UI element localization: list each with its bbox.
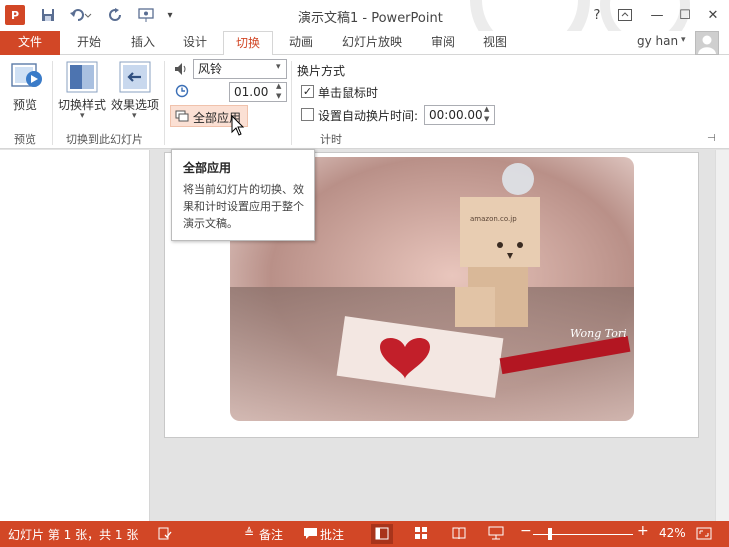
preview-icon[interactable]: [10, 61, 44, 93]
chevron-down-icon[interactable]: ▾: [132, 111, 137, 121]
ribbon: 预览 预览 切换样式 ▾ 效果选项 ▾ 切换到此幻灯片 风铃 ▾ 01.00 ▲…: [0, 55, 729, 149]
status-bar: 幻灯片 第 1 张，共 1 张 ≜ 备注 批注 − + 42%: [0, 521, 729, 547]
zoom-slider-thumb[interactable]: [548, 528, 552, 540]
slide-thumbnail-pane[interactable]: [0, 150, 150, 521]
notes-button[interactable]: 备注: [259, 526, 283, 543]
pin-ribbon-icon[interactable]: ⊣: [707, 133, 716, 144]
notes-icon[interactable]: ≜: [244, 526, 254, 540]
slide-counter: 幻灯片 第 1 张，共 1 张: [8, 528, 139, 542]
slideshow-view-icon[interactable]: [488, 526, 504, 540]
group-label-timing: 计时: [320, 133, 342, 146]
user-dropdown-icon[interactable]: ▾: [681, 35, 686, 45]
reading-view-icon[interactable]: [452, 526, 466, 540]
tab-view[interactable]: 视图: [472, 31, 518, 55]
powerpoint-logo-icon: P: [5, 5, 25, 25]
redo-icon[interactable]: [106, 5, 126, 25]
zoom-level[interactable]: 42%: [659, 526, 686, 540]
chevron-down-icon[interactable]: ▾: [80, 111, 85, 121]
ribbon-display-options-icon[interactable]: [614, 4, 636, 26]
maximize-button[interactable]: ☐: [674, 4, 696, 26]
close-button[interactable]: ✕: [702, 4, 724, 26]
save-icon[interactable]: [38, 5, 58, 25]
start-slideshow-icon[interactable]: [136, 5, 158, 25]
effect-options-icon[interactable]: [119, 61, 151, 93]
chevron-down-icon[interactable]: ▾: [276, 62, 281, 72]
photo-box-text: amazon.co.jp: [470, 215, 517, 223]
customize-qat-icon[interactable]: ▾: [164, 5, 176, 25]
on-mouse-click-checkbox[interactable]: ✓: [301, 85, 314, 98]
tab-animations[interactable]: 动画: [278, 31, 324, 55]
tab-transitions[interactable]: 切换: [223, 31, 273, 56]
mouse-cursor-icon: [231, 114, 245, 137]
avatar[interactable]: [695, 31, 719, 55]
auto-advance-label: 设置自动换片时间:: [318, 109, 419, 123]
title-bar: P ▾ 演示文稿1 - PowerPoint ? — ☐ ✕: [0, 0, 729, 31]
tab-file[interactable]: 文件: [0, 31, 60, 55]
tab-slideshow[interactable]: 幻灯片放映: [332, 31, 412, 55]
sound-select[interactable]: 风铃: [193, 59, 287, 79]
tab-insert[interactable]: 插入: [120, 31, 166, 55]
tooltip: 全部应用 将当前幻灯片的切换、效果和计时设置应用于整个演示文稿。: [171, 149, 315, 241]
auto-time-spinner[interactable]: ▲ ▼: [484, 104, 489, 124]
help-button[interactable]: ?: [586, 4, 608, 26]
photo-watermark: Wong Tori: [570, 327, 627, 340]
group-label-transition: 切换到此幻灯片: [66, 133, 143, 146]
zoom-out-button[interactable]: −: [520, 523, 532, 539]
comments-icon[interactable]: [304, 528, 317, 540]
advance-slide-title: 换片方式: [297, 64, 346, 78]
fit-to-window-icon[interactable]: [696, 526, 712, 542]
user-name[interactable]: gy han: [637, 34, 678, 48]
preview-button[interactable]: 预览: [13, 96, 37, 113]
undo-icon[interactable]: [66, 5, 96, 25]
decoration: [470, 0, 590, 31]
on-mouse-click-label: 单击鼠标时: [318, 86, 379, 100]
tab-design[interactable]: 设计: [172, 31, 218, 55]
group-separator: [52, 61, 53, 145]
minimize-button[interactable]: —: [646, 4, 668, 26]
normal-view-button[interactable]: [371, 524, 393, 544]
ribbon-tabs: 文件 开始 插入 设计 切换 动画 幻灯片放映 审阅 视图 gy han ▾: [0, 31, 729, 56]
tooltip-title: 全部应用: [183, 161, 232, 175]
comments-button[interactable]: 批注: [320, 526, 344, 543]
apply-all-icon: [175, 109, 189, 123]
slide-sorter-view-icon[interactable]: [414, 526, 428, 540]
group-separator: [291, 61, 292, 145]
group-separator: [164, 61, 165, 145]
auto-advance-checkbox[interactable]: [301, 108, 314, 121]
tab-home[interactable]: 开始: [66, 31, 112, 55]
tab-review[interactable]: 审阅: [420, 31, 466, 55]
duration-spinner[interactable]: ▲ ▼: [276, 81, 281, 101]
transition-style-icon[interactable]: [66, 61, 98, 93]
vertical-scrollbar[interactable]: [715, 150, 729, 521]
spell-check-icon[interactable]: [158, 526, 172, 540]
tooltip-body: 将当前幻灯片的切换、效果和计时设置应用于整个演示文稿。: [183, 183, 304, 230]
group-label-preview: 预览: [14, 133, 36, 146]
zoom-in-button[interactable]: +: [637, 523, 649, 539]
sound-icon: [173, 61, 189, 77]
duration-icon: [175, 84, 189, 98]
window-title: 演示文稿1 - PowerPoint: [298, 11, 443, 26]
